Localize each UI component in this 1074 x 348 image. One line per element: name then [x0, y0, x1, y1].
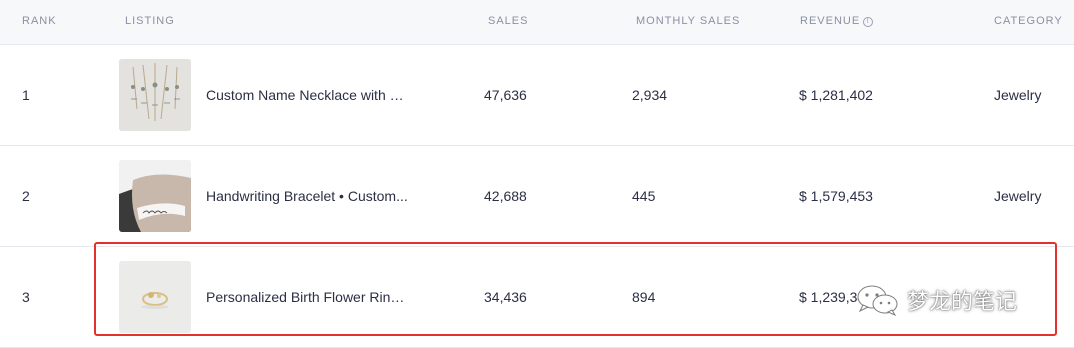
header-sales[interactable]: SALES — [488, 15, 528, 27]
revenue-cell: $ 1,281,402 — [799, 87, 873, 103]
rank-cell: 2 — [22, 188, 30, 204]
wechat-icon — [857, 285, 898, 316]
listing-thumbnail-necklace[interactable] — [119, 59, 191, 131]
category-cell: Jewelry — [994, 87, 1042, 103]
revenue-cell: $ 1,579,453 — [799, 188, 873, 204]
table-row[interactable]: 1 Custom Name Necklace with B... 47,636 — [0, 45, 1074, 146]
watermark: 梦龙的笔记 — [855, 282, 1017, 318]
header-revenue[interactable]: REVENUE i — [800, 15, 874, 27]
listing-title-link[interactable]: Custom Name Necklace with B... — [206, 87, 410, 103]
watermark-text: 梦龙的笔记 — [907, 290, 1018, 315]
info-icon[interactable]: i — [863, 17, 874, 27]
category-cell: Jewelry — [994, 188, 1042, 204]
table-header: RANK LISTING SALES MONTHLY SALES REVENUE… — [0, 0, 1074, 45]
header-monthly-sales[interactable]: MONTHLY SALES — [636, 15, 740, 27]
rank-cell: 1 — [22, 87, 30, 103]
sales-cell: 42,688 — [484, 188, 527, 204]
monthly-sales-cell: 2,934 — [632, 87, 668, 103]
table-row[interactable]: 2 Handwriting Bracelet • Custom... 42,68… — [0, 146, 1074, 247]
rank-cell: 3 — [22, 289, 30, 305]
header-category[interactable]: CATEGORY — [994, 15, 1063, 27]
monthly-sales-cell: 445 — [632, 188, 656, 204]
listing-title-link[interactable]: Handwriting Bracelet • Custom... — [206, 188, 410, 204]
header-listing[interactable]: LISTING — [125, 15, 175, 27]
header-revenue-label: REVENUE — [800, 15, 861, 27]
listing-thumbnail-bracelet[interactable] — [119, 160, 191, 232]
header-rank[interactable]: RANK — [22, 15, 57, 27]
sales-cell: 47,636 — [484, 87, 527, 103]
